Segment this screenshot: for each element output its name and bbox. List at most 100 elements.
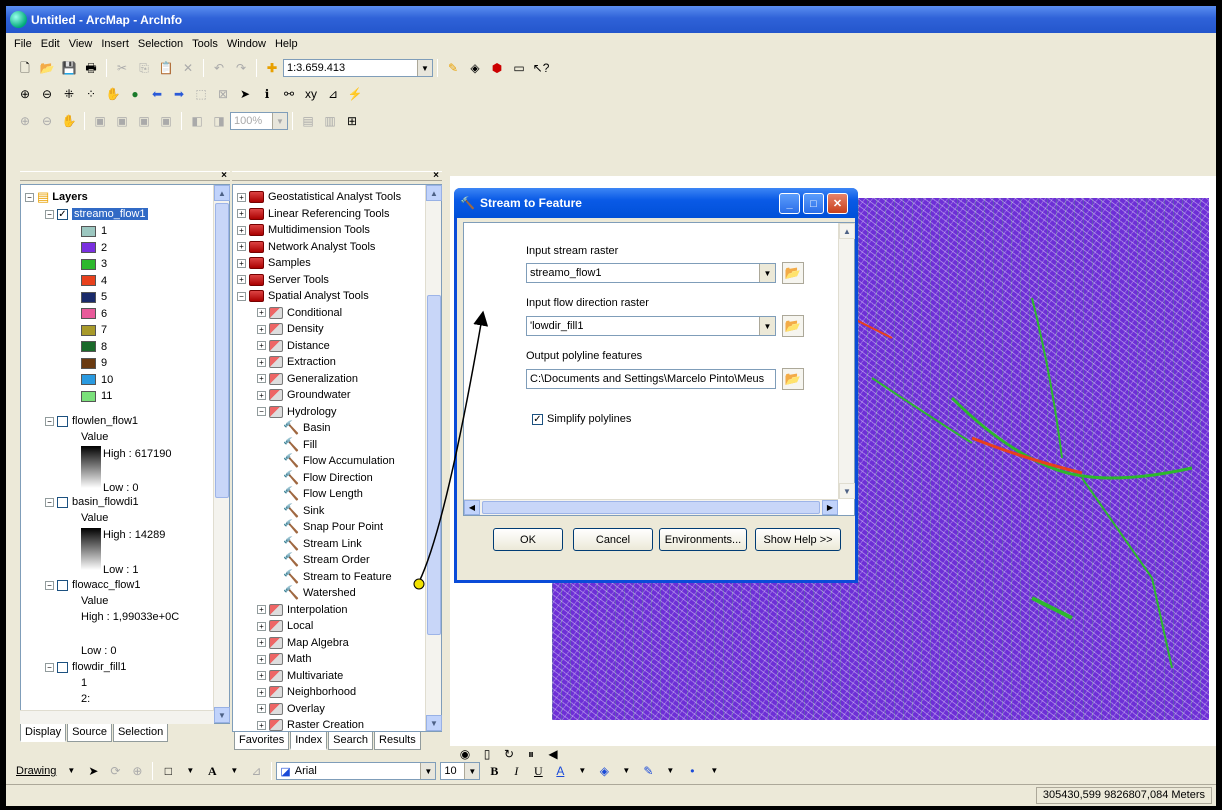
legend-class-item[interactable]: 11 [81,388,112,404]
edit-vertices-icon[interactable]: ⊿ [248,763,264,779]
layer-visibility-checkbox[interactable] [57,496,68,508]
toolset-item[interactable]: + Conditional [257,305,342,321]
chevron-down-icon[interactable]: ▼ [420,763,436,779]
toolbox-item[interactable]: + Samples [237,255,311,271]
toolbox-item[interactable]: + Multidimension Tools [237,222,370,238]
select-elements-arrow-icon[interactable]: ➤ [237,86,253,102]
fixed-zoom-out-icon[interactable]: ⁘ [83,86,99,102]
select-features-icon[interactable]: ⬚ [193,86,209,102]
chevron-down-icon[interactable]: ▼ [618,763,634,779]
browse-folder-icon[interactable]: 📂 [782,315,804,337]
tool-item[interactable]: 🔨 Fill [283,437,317,453]
menu-file[interactable]: File [14,38,32,50]
output-features-input[interactable]: C:\Documents and Settings\Marcelo Pinto\… [526,369,776,389]
expand-icon[interactable]: + [237,209,246,218]
collapse-icon[interactable]: − [45,497,54,507]
whats-this-help-icon[interactable]: ↖? [533,60,550,76]
close-icon[interactable]: × [433,170,439,181]
browse-folder-icon[interactable]: 📂 [782,262,804,284]
tool-item[interactable]: 🔨 Flow Length [283,486,363,502]
toolbox-item[interactable]: + Network Analyst Tools [237,239,375,255]
toggle-draft-mode-icon[interactable]: ▤ [300,113,316,129]
toolset-item[interactable]: + Multivariate [257,668,343,684]
scroll-up-icon[interactable]: ▲ [426,185,442,201]
rectangle-icon[interactable]: □ [160,763,176,779]
new-text-icon[interactable]: A [204,763,220,779]
layout-pan-icon[interactable]: ✋ [61,113,77,129]
toolset-item[interactable]: + Overlay [257,701,325,717]
layer-streamo-flow1[interactable]: − ✓ streamo_flow1 [45,206,148,222]
expand-icon[interactable]: + [257,638,266,647]
form-horizontal-scrollbar[interactable]: ◀ ▶ [464,499,838,515]
simplify-polylines-checkbox[interactable]: ✓ [532,413,543,425]
scroll-down-icon[interactable]: ▼ [839,483,855,499]
redo-icon[interactable]: ↷ [233,60,249,76]
menu-window[interactable]: Window [227,38,266,50]
scroll-right-icon[interactable]: ▶ [822,500,838,515]
tab-index[interactable]: Index [290,732,328,750]
toolbox-item[interactable]: + Server Tools [237,272,329,288]
find-binoculars-icon[interactable]: ⚯ [281,86,297,102]
toolset-item[interactable]: + Neighborhood [257,684,356,700]
toolset-item[interactable]: + Density [257,321,324,337]
close-icon[interactable]: ✕ [827,193,848,214]
fill-color-icon[interactable]: ◈ [596,763,612,779]
drawing-menu[interactable]: Drawing [16,765,56,777]
layer-visibility-checkbox[interactable] [57,661,68,673]
expand-icon[interactable]: + [237,258,246,268]
chevron-down-icon[interactable]: ▼ [464,763,480,779]
chevron-down-icon[interactable]: ▼ [182,763,198,779]
menu-view[interactable]: View [69,38,93,50]
expand-icon[interactable]: + [257,308,266,317]
scroll-thumb[interactable] [427,295,441,635]
change-layout-icon[interactable]: ⊞ [344,113,360,129]
identify-icon[interactable]: ℹ [259,86,275,102]
collapse-icon[interactable]: − [237,291,246,301]
menu-edit[interactable]: Edit [41,38,60,50]
collapse-icon[interactable]: − [257,407,266,416]
layer-basin-flowdi1[interactable]: − basin_flowdi1 [45,494,139,510]
toolset-item[interactable]: + Raster Creation [257,717,364,731]
font-size-combo[interactable]: 10 ▼ [440,762,481,780]
tool-item[interactable]: 🔨 Basin [283,420,331,436]
tool-item[interactable]: 🔨 Flow Accumulation [283,453,395,469]
tool-item[interactable]: 🔨 Flow Direction [283,470,373,486]
toolset-item[interactable]: + Map Algebra [257,635,349,651]
collapse-icon[interactable]: − [45,662,54,672]
expand-icon[interactable]: + [237,225,246,235]
toolset-item[interactable]: + Extraction [257,354,336,370]
chevron-down-icon[interactable]: ▼ [417,60,432,76]
fixed-zoom-in-icon[interactable]: ⁜ [61,86,77,102]
legend-class-item[interactable]: 10 [81,372,113,388]
show-help-button[interactable]: Show Help >> [755,528,841,551]
expand-icon[interactable]: + [257,654,266,664]
scroll-up-icon[interactable]: ▲ [214,185,230,201]
flow-direction-raster-combo[interactable]: 'lowdir_fill1 ▼ [526,316,776,336]
toolset-item[interactable]: + Groundwater [257,387,351,403]
environments-button[interactable]: Environments... [659,528,747,551]
scroll-thumb[interactable] [482,501,820,514]
layout-zoom-combo[interactable]: 100% ▼ [230,112,288,130]
select-elements-icon[interactable]: ➤ [85,763,101,779]
scroll-down-icon[interactable]: ▼ [214,707,230,723]
toolset-item[interactable]: − Hydrology [257,404,337,420]
legend-class-item[interactable]: 8 [81,339,107,355]
arccatalog-icon[interactable]: ◈ [467,60,483,76]
browse-folder-icon[interactable]: 📂 [782,368,804,390]
layout-fixed-zoom-in-icon[interactable]: ▣ [114,113,130,129]
input-stream-raster-combo[interactable]: streamo_flow1 ▼ [526,263,776,283]
font-combo[interactable]: ◪ Arial ▼ [276,762,437,780]
legend-class-item[interactable]: 3 [81,256,107,272]
legend-class-item[interactable]: 4 [81,273,107,289]
expand-icon[interactable]: + [237,192,246,202]
collapse-icon[interactable]: − [25,192,34,202]
legend-class-item[interactable]: 7 [81,322,107,338]
layer-flowdir-fill1[interactable]: − flowdir_fill1 [45,659,126,675]
toolbox-item[interactable]: − Spatial Analyst Tools [237,288,369,304]
legend-class-item[interactable]: 2 [81,240,107,256]
layer-flowlen-flow1[interactable]: − flowlen_flow1 [45,413,138,429]
chevron-down-icon[interactable]: ▼ [662,763,678,779]
tab-search[interactable]: Search [328,732,374,750]
back-arrow-icon[interactable]: ⬅ [149,86,165,102]
chevron-down-icon[interactable]: ▼ [759,264,775,282]
